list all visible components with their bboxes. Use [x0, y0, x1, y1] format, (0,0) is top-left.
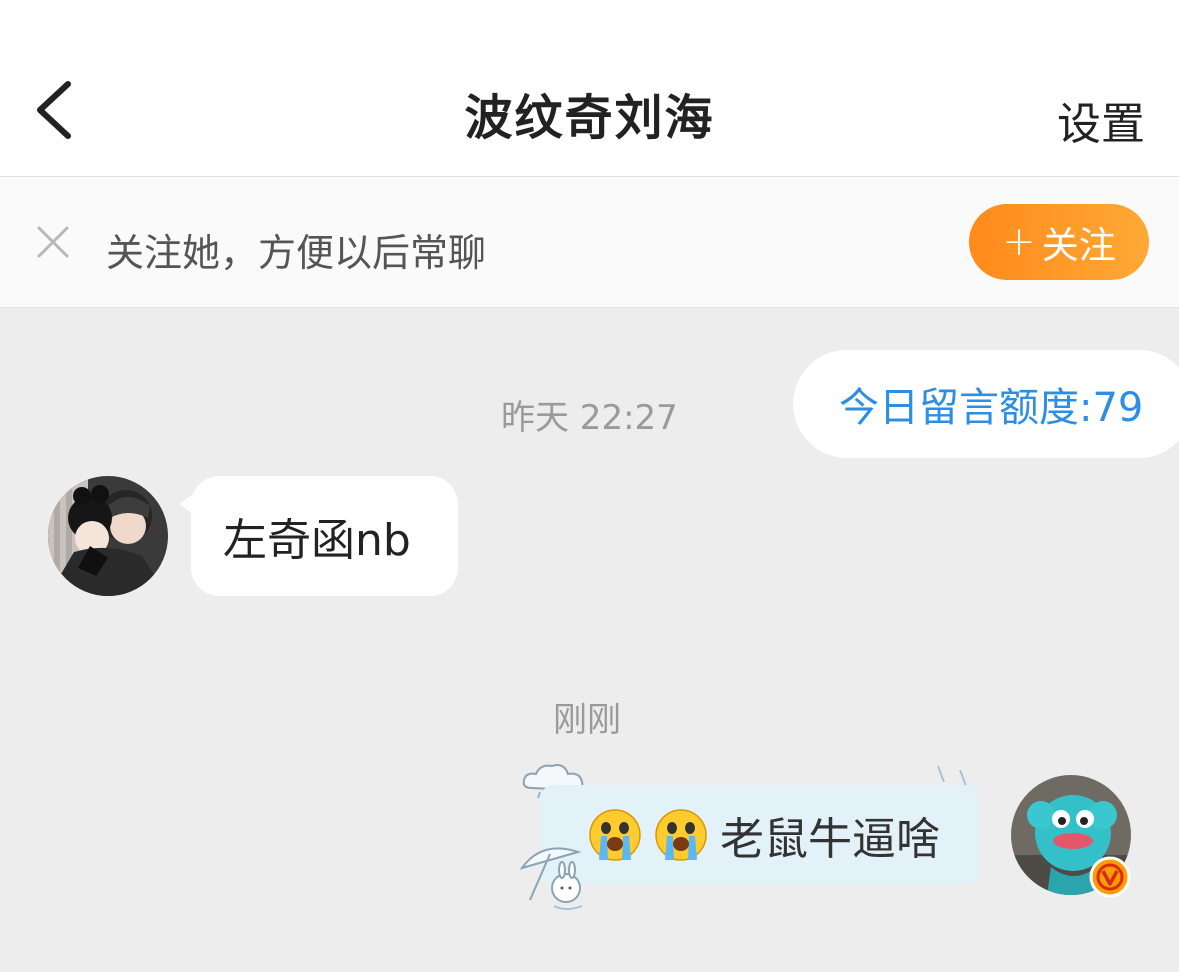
vip-badge-icon	[1089, 856, 1131, 898]
follow-button-label: 关注	[1041, 224, 1116, 267]
crying-emoji	[655, 809, 707, 861]
page-title: 波纹奇刘海	[464, 90, 715, 146]
message-bubble-sent[interactable]: 老鼠牛逼啥	[540, 785, 980, 885]
close-icon[interactable]	[36, 225, 70, 259]
follow-button[interactable]: + 关注	[969, 204, 1149, 280]
message-timestamp: 昨天 22:27	[501, 398, 678, 438]
message-text: 老鼠牛逼啥	[720, 814, 940, 865]
crying-emoji	[589, 809, 641, 861]
message-text: 左奇函nb	[223, 515, 411, 566]
follow-prompt-text: 关注她，方便以后常聊	[106, 231, 487, 275]
message-bubble-received[interactable]: 左奇函nb	[179, 476, 458, 596]
settings-button[interactable]: 设置	[1057, 88, 1145, 152]
top-bar: 波纹奇刘海 设置	[0, 0, 1179, 177]
message-timestamp: 刚刚	[553, 700, 621, 740]
plus-icon: +	[1002, 219, 1036, 265]
message-quota-pill: 今日留言额度:79	[793, 350, 1179, 458]
chat-page: 波纹奇刘海 设置 关注她，方便以后常聊 + 关注 今日留言额度:79 昨天 22…	[0, 0, 1179, 972]
quota-label: 今日留言额度:79	[839, 385, 1144, 431]
umbrella-bunny-decoration-icon	[519, 847, 583, 910]
contact-avatar[interactable]	[48, 476, 168, 596]
